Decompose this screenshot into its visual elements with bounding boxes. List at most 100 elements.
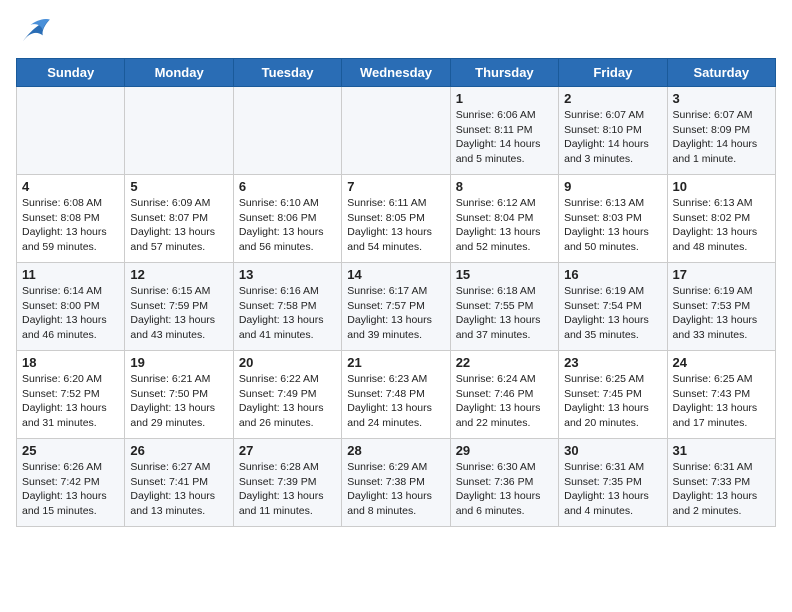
day-number: 2 [564,91,661,106]
day-number: 23 [564,355,661,370]
calendar-day-4: 4 Sunrise: 6:08 AM Sunset: 8:08 PM Daylig… [17,175,125,263]
day-number: 15 [456,267,553,282]
day-info: Sunrise: 6:19 AM Sunset: 7:54 PM Dayligh… [564,284,661,343]
calendar-day-22: 22 Sunrise: 6:24 AM Sunset: 7:46 PM Dayli… [450,351,558,439]
day-info: Sunrise: 6:30 AM Sunset: 7:36 PM Dayligh… [456,460,553,519]
day-info: Sunrise: 6:26 AM Sunset: 7:42 PM Dayligh… [22,460,119,519]
day-number: 9 [564,179,661,194]
day-number: 4 [22,179,119,194]
day-info: Sunrise: 6:19 AM Sunset: 7:53 PM Dayligh… [673,284,770,343]
calendar-day-27: 27 Sunrise: 6:28 AM Sunset: 7:39 PM Dayli… [233,439,341,527]
calendar-day-14: 14 Sunrise: 6:17 AM Sunset: 7:57 PM Dayli… [342,263,450,351]
day-number: 31 [673,443,770,458]
day-info: Sunrise: 6:16 AM Sunset: 7:58 PM Dayligh… [239,284,336,343]
day-number: 14 [347,267,444,282]
day-info: Sunrise: 6:11 AM Sunset: 8:05 PM Dayligh… [347,196,444,255]
calendar-day-31: 31Sunrise: 6:31 AM Sunset: 7:33 PM Dayli… [667,439,775,527]
day-number: 13 [239,267,336,282]
calendar-day-5: 5Sunrise: 6:09 AM Sunset: 8:07 PM Daylig… [125,175,233,263]
day-number: 3 [673,91,770,106]
day-number: 12 [130,267,227,282]
weekday-header-wednesday: Wednesday [342,59,450,87]
calendar-day-6: 6 Sunrise: 6:10 AM Sunset: 8:06 PM Daylig… [233,175,341,263]
day-number: 22 [456,355,553,370]
calendar-day-24: 24 Sunrise: 6:25 AM Sunset: 7:43 PM Dayli… [667,351,775,439]
calendar-day-3: 3Sunrise: 6:07 AM Sunset: 8:09 PM Daylig… [667,87,775,175]
calendar-day-9: 9 Sunrise: 6:13 AM Sunset: 8:03 PM Daylig… [559,175,667,263]
day-number: 17 [673,267,770,282]
day-number: 24 [673,355,770,370]
day-info: Sunrise: 6:25 AM Sunset: 7:43 PM Dayligh… [673,372,770,431]
calendar-day-19: 19 Sunrise: 6:21 AM Sunset: 7:50 PM Dayli… [125,351,233,439]
day-info: Sunrise: 6:20 AM Sunset: 7:52 PM Dayligh… [22,372,119,431]
calendar-day-8: 8 Sunrise: 6:12 AM Sunset: 8:04 PM Daylig… [450,175,558,263]
calendar-week-row: 11 Sunrise: 6:14 AM Sunset: 8:00 PM Dayli… [17,263,776,351]
day-info: Sunrise: 6:17 AM Sunset: 7:57 PM Dayligh… [347,284,444,343]
weekday-header-row: SundayMondayTuesdayWednesdayThursdayFrid… [17,59,776,87]
day-info: Sunrise: 6:07 AM Sunset: 8:10 PM Dayligh… [564,108,661,167]
day-info: Sunrise: 6:13 AM Sunset: 8:02 PM Dayligh… [673,196,770,255]
day-info: Sunrise: 6:10 AM Sunset: 8:06 PM Dayligh… [239,196,336,255]
day-info: Sunrise: 6:09 AM Sunset: 8:07 PM Dayligh… [130,196,227,255]
day-info: Sunrise: 6:14 AM Sunset: 8:00 PM Dayligh… [22,284,119,343]
calendar-day-28: 28 Sunrise: 6:29 AM Sunset: 7:38 PM Dayli… [342,439,450,527]
day-info: Sunrise: 6:18 AM Sunset: 7:55 PM Dayligh… [456,284,553,343]
weekday-header-saturday: Saturday [667,59,775,87]
weekday-header-thursday: Thursday [450,59,558,87]
calendar-week-row: 1 Sunrise: 6:06 AM Sunset: 8:11 PM Daylig… [17,87,776,175]
day-number: 27 [239,443,336,458]
day-info: Sunrise: 6:12 AM Sunset: 8:04 PM Dayligh… [456,196,553,255]
calendar-day-29: 29 Sunrise: 6:30 AM Sunset: 7:36 PM Dayli… [450,439,558,527]
calendar-week-row: 4 Sunrise: 6:08 AM Sunset: 8:08 PM Daylig… [17,175,776,263]
day-number: 11 [22,267,119,282]
day-number: 18 [22,355,119,370]
day-number: 25 [22,443,119,458]
day-number: 20 [239,355,336,370]
calendar-empty-cell [125,87,233,175]
calendar-day-12: 12 Sunrise: 6:15 AM Sunset: 7:59 PM Dayli… [125,263,233,351]
calendar-day-23: 23 Sunrise: 6:25 AM Sunset: 7:45 PM Dayli… [559,351,667,439]
calendar-empty-cell [233,87,341,175]
day-info: Sunrise: 6:06 AM Sunset: 8:11 PM Dayligh… [456,108,553,167]
day-info: Sunrise: 6:13 AM Sunset: 8:03 PM Dayligh… [564,196,661,255]
page-header [16,16,776,46]
day-info: Sunrise: 6:31 AM Sunset: 7:35 PM Dayligh… [564,460,661,519]
calendar-day-17: 17 Sunrise: 6:19 AM Sunset: 7:53 PM Dayli… [667,263,775,351]
day-info: Sunrise: 6:24 AM Sunset: 7:46 PM Dayligh… [456,372,553,431]
calendar-week-row: 25 Sunrise: 6:26 AM Sunset: 7:42 PM Dayli… [17,439,776,527]
day-number: 10 [673,179,770,194]
day-number: 28 [347,443,444,458]
day-info: Sunrise: 6:21 AM Sunset: 7:50 PM Dayligh… [130,372,227,431]
calendar-empty-cell [17,87,125,175]
day-number: 7 [347,179,444,194]
calendar-day-26: 26 Sunrise: 6:27 AM Sunset: 7:41 PM Dayli… [125,439,233,527]
day-info: Sunrise: 6:28 AM Sunset: 7:39 PM Dayligh… [239,460,336,519]
logo [16,16,56,46]
day-info: Sunrise: 6:23 AM Sunset: 7:48 PM Dayligh… [347,372,444,431]
calendar-day-18: 18 Sunrise: 6:20 AM Sunset: 7:52 PM Dayli… [17,351,125,439]
calendar-day-20: 20 Sunrise: 6:22 AM Sunset: 7:49 PM Dayli… [233,351,341,439]
weekday-header-friday: Friday [559,59,667,87]
logo-icon [16,16,52,46]
day-number: 19 [130,355,227,370]
day-info: Sunrise: 6:15 AM Sunset: 7:59 PM Dayligh… [130,284,227,343]
calendar-day-16: 16Sunrise: 6:19 AM Sunset: 7:54 PM Dayli… [559,263,667,351]
calendar-week-row: 18 Sunrise: 6:20 AM Sunset: 7:52 PM Dayli… [17,351,776,439]
calendar-day-11: 11 Sunrise: 6:14 AM Sunset: 8:00 PM Dayli… [17,263,125,351]
day-info: Sunrise: 6:22 AM Sunset: 7:49 PM Dayligh… [239,372,336,431]
day-number: 26 [130,443,227,458]
calendar-day-2: 2 Sunrise: 6:07 AM Sunset: 8:10 PM Daylig… [559,87,667,175]
calendar-day-1: 1 Sunrise: 6:06 AM Sunset: 8:11 PM Daylig… [450,87,558,175]
day-info: Sunrise: 6:08 AM Sunset: 8:08 PM Dayligh… [22,196,119,255]
calendar-table: SundayMondayTuesdayWednesdayThursdayFrid… [16,58,776,527]
day-number: 1 [456,91,553,106]
calendar-day-10: 10 Sunrise: 6:13 AM Sunset: 8:02 PM Dayli… [667,175,775,263]
day-number: 8 [456,179,553,194]
day-info: Sunrise: 6:27 AM Sunset: 7:41 PM Dayligh… [130,460,227,519]
day-info: Sunrise: 6:25 AM Sunset: 7:45 PM Dayligh… [564,372,661,431]
day-number: 29 [456,443,553,458]
day-number: 6 [239,179,336,194]
day-number: 21 [347,355,444,370]
weekday-header-sunday: Sunday [17,59,125,87]
day-info: Sunrise: 6:29 AM Sunset: 7:38 PM Dayligh… [347,460,444,519]
